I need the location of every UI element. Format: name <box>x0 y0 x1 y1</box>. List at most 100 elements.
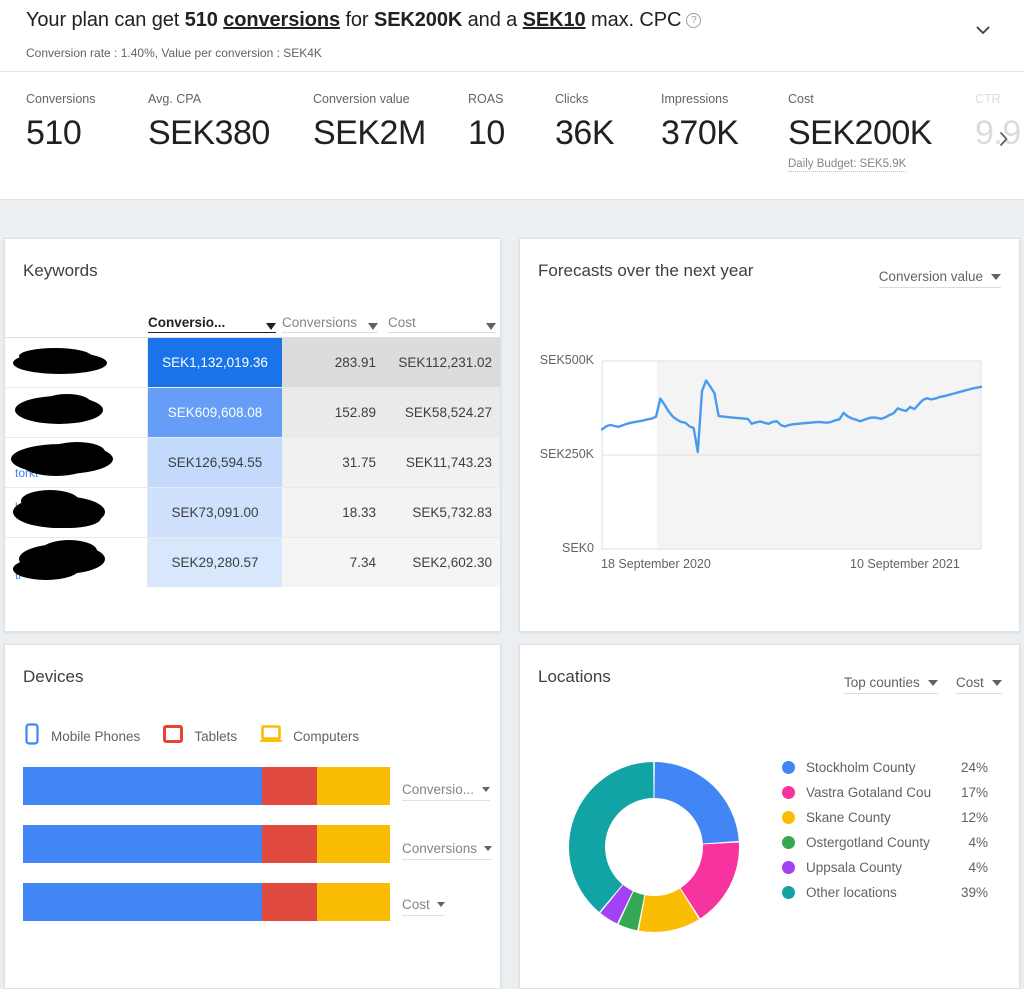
chevron-right-icon[interactable] <box>997 128 1011 150</box>
location-percentage: 12% <box>960 810 988 825</box>
computer-segment <box>316 767 390 805</box>
tablet-segment <box>261 883 317 921</box>
stat-value: SEK200K <box>788 114 932 152</box>
plan-stats-strip: Conversions 510 Avg. CPA SEK380 Conversion v… <box>0 72 1024 199</box>
device-bar-row <box>23 825 390 863</box>
table-row[interactable]: trSEK29,280.57 7.34 SEK2,602.30 <box>5 538 500 587</box>
table-row[interactable]: SEK1,132,019.36 283.91 SEK112,231.02 <box>5 338 500 388</box>
device-metric-dropdown-2[interactable]: Cost <box>402 897 445 916</box>
y-axis-tick-label: SEK500K <box>539 353 594 367</box>
stat-label: CTR <box>975 92 1001 106</box>
device-bar-row <box>23 883 390 921</box>
legend-color-dot <box>782 836 795 849</box>
table-row[interactable]: torkt SEK126,594.55 31.75 SEK11,743.23 <box>5 438 500 488</box>
devices-legend-label: Computers <box>293 729 360 744</box>
caret-down-icon <box>266 323 276 330</box>
device-stacked-bar <box>23 883 390 921</box>
keywords-table-body: SEK1,132,019.36 283.91 SEK112,231.02 SEK609… <box>5 338 500 587</box>
stat-roas: ROAS 10 <box>468 92 505 154</box>
stat-impressions: Impressions 370K <box>661 92 739 154</box>
legend-color-dot <box>782 761 795 774</box>
keywords-panel-title: Keywords <box>23 261 98 280</box>
location-name: Uppsala County <box>806 860 903 875</box>
legend-color-dot <box>782 811 795 824</box>
legend-color-dot <box>782 886 795 899</box>
device-metric-dropdown-0[interactable]: Conversio... <box>402 782 490 801</box>
locations-metric-label: Cost <box>956 675 984 690</box>
device-bar-row <box>23 767 390 805</box>
location-legend-item: Stockholm County 24% <box>782 755 988 780</box>
stat-value: 370K <box>661 114 739 152</box>
location-name: Other locations <box>806 885 897 900</box>
daily-budget-note[interactable]: Daily Budget: SEK5.9K <box>788 158 907 172</box>
locations-metric-dropdown[interactable]: Cost <box>956 675 1002 694</box>
caret-down-icon <box>991 679 1002 686</box>
location-percentage: 17% <box>960 785 988 800</box>
devices-legend-item: Computers <box>259 724 359 749</box>
column-header-label: Conversio... <box>148 315 226 330</box>
keyword-conversions-cell: 7.34 <box>349 555 376 570</box>
location-name: Skane County <box>806 810 891 825</box>
redaction-blob <box>43 394 91 412</box>
location-percentage: 39% <box>960 885 988 900</box>
keyword-conversions-cell: 18.33 <box>342 505 376 520</box>
devices-panel: Devices Mobile Phones Tablets Computers Co… <box>4 644 501 989</box>
keyword-name-cell <box>5 388 148 437</box>
keywords-column-header-0[interactable]: Conversio... <box>148 309 276 333</box>
locations-legend: Stockholm County 24% Vastra Gotaland Cou 17… <box>782 755 988 905</box>
keywords-table: Conversio... Conversions Cost SEK1,132,019… <box>5 299 500 587</box>
caret-down-icon <box>482 787 490 792</box>
location-legend-item: Uppsala County 4% <box>782 855 988 880</box>
device-metric-label: Conversions <box>402 841 478 856</box>
chevron-down-icon[interactable] <box>970 17 996 43</box>
devices-legend-label: Tablets <box>194 729 238 744</box>
redaction-blob <box>49 442 105 462</box>
device-metric-dropdown-1[interactable]: Conversions <box>402 841 493 860</box>
keywords-column-header-2[interactable]: Cost <box>388 309 496 333</box>
keyword-cost-cell: SEK5,732.83 <box>412 505 492 520</box>
locations-panel: Locations Top counties Cost Stockholm Co… <box>519 644 1020 989</box>
forecast-panel: Forecasts over the next year Conversion … <box>519 238 1020 632</box>
plan-summary-card: Your plan can get 510 conversions for SE… <box>0 0 1024 200</box>
location-name: Ostergotland County <box>806 835 930 850</box>
stat-label: Impressions <box>661 92 729 106</box>
keyword-name-cell <box>5 338 148 387</box>
legend-color-dot <box>782 786 795 799</box>
devices-legend-item: Tablets <box>162 724 237 749</box>
locations-scope-dropdown[interactable]: Top counties <box>844 675 938 694</box>
location-percentage: 4% <box>968 860 988 875</box>
donut-slice-0[interactable] <box>654 762 739 844</box>
computer-icon <box>259 724 283 749</box>
mobile-segment <box>23 883 262 921</box>
keyword-conversion-value-cell: SEK609,608.08 <box>148 388 282 437</box>
keywords-column-header-1[interactable]: Conversions <box>282 309 378 333</box>
location-percentage: 24% <box>960 760 988 775</box>
keyword-conversion-value-cell: SEK73,091.00 <box>148 488 282 537</box>
keyword-name-cell: lux <box>5 488 148 537</box>
table-row[interactable]: luxSEK73,091.00 18.33 SEK5,732.83 <box>5 488 500 538</box>
keyword-conversions-cell: 31.75 <box>342 455 376 470</box>
location-legend-item: Other locations 39% <box>782 880 988 905</box>
stat-value: 36K <box>555 114 615 152</box>
stat-conversions: Conversions 510 <box>26 92 95 154</box>
mobile-phone-icon <box>23 723 41 750</box>
help-circle-icon[interactable]: ? <box>686 13 702 28</box>
column-header-label: Conversions <box>282 315 358 330</box>
tablet-segment <box>261 825 317 863</box>
stat-label: Clicks <box>555 92 589 106</box>
keyword-cost-cell: SEK58,524.27 <box>404 405 492 420</box>
donut-slice-5[interactable] <box>569 762 654 912</box>
table-row[interactable]: SEK609,608.08 152.89 SEK58,524.27 <box>5 388 500 438</box>
stat-clicks: Clicks 36K <box>555 92 615 154</box>
keyword-name-cell: tr <box>5 538 148 587</box>
plan-headline-row: Your plan can get 510 conversions for SE… <box>0 0 1024 72</box>
location-percentage: 4% <box>968 835 988 850</box>
mobile-segment <box>23 825 262 863</box>
stat-label: ROAS <box>468 92 504 106</box>
device-stacked-bar <box>23 767 390 805</box>
plan-headline: Your plan can get 510 conversions for SE… <box>26 9 702 32</box>
keyword-conversion-value-cell: SEK29,280.57 <box>148 538 282 587</box>
devices-legend-item: Mobile Phones <box>23 723 140 750</box>
computer-segment <box>316 825 390 863</box>
y-axis-tick-label: SEK0 <box>562 541 594 555</box>
